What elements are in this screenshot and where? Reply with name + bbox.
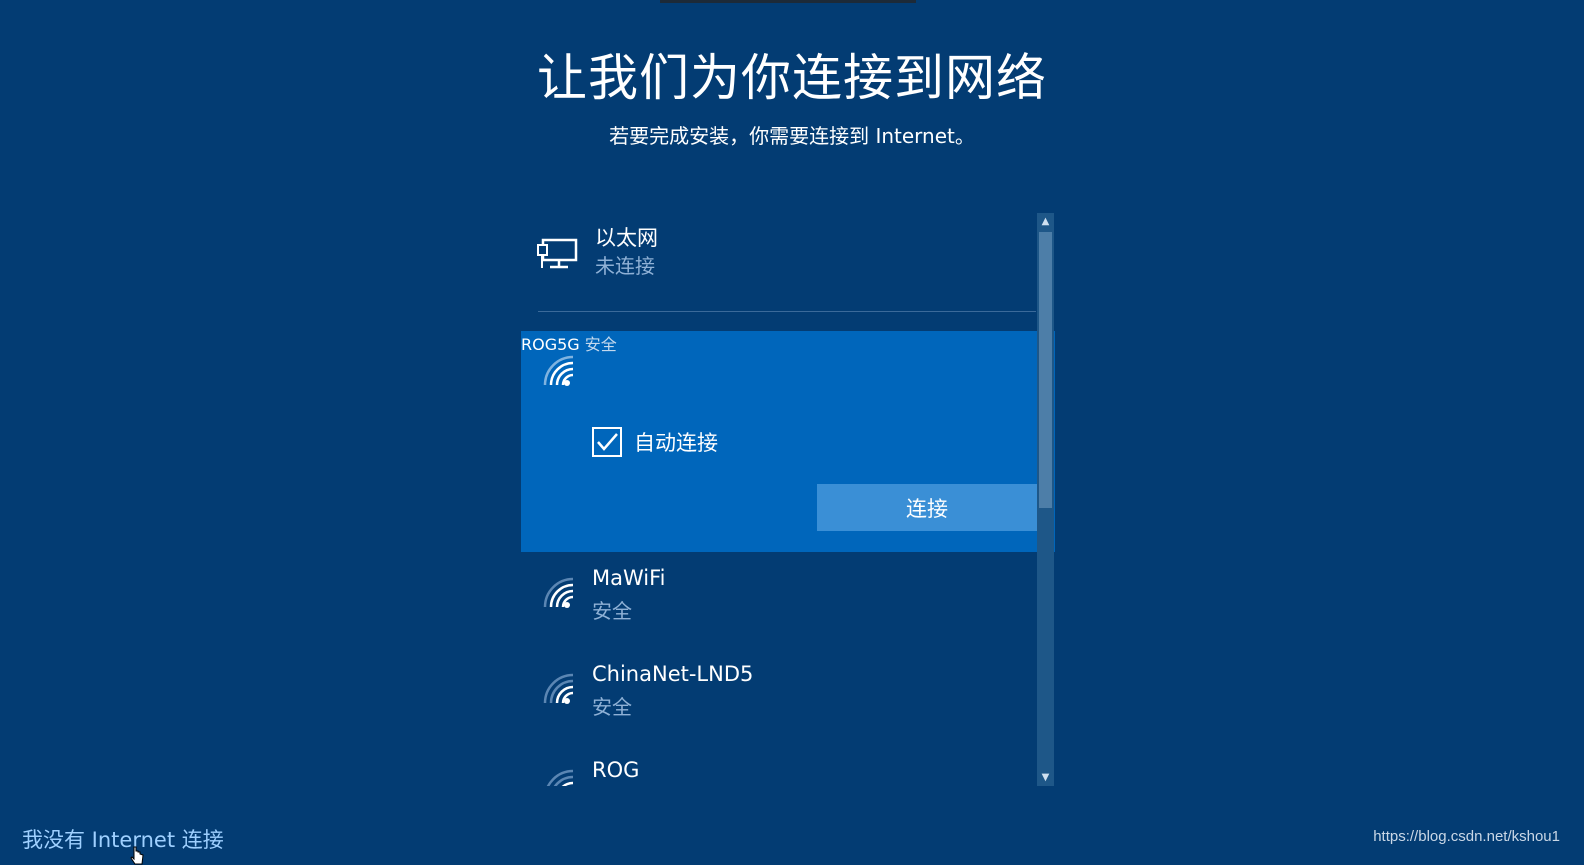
network-name: ChinaNet-LND5 — [592, 662, 754, 686]
no-internet-link[interactable]: 我没有 Internet 连接 — [22, 824, 224, 854]
wifi-icon — [546, 769, 574, 786]
network-name: ROG5G — [521, 335, 580, 354]
network-status: 安全 — [584, 335, 617, 354]
wifi-icon — [543, 577, 574, 608]
network-name: ROG — [592, 758, 640, 782]
network-item[interactable]: ChinaNet-LND5 安全 — [521, 654, 1037, 750]
page-title: 让我们为你连接到网络 — [537, 49, 1047, 107]
network-item[interactable]: ROG — [521, 750, 1037, 786]
connect-button[interactable]: 连接 — [817, 484, 1037, 531]
auto-connect-label: 自动连接 — [634, 431, 718, 455]
network-name: MaWiFi — [592, 566, 666, 590]
auto-connect-checkbox[interactable] — [592, 427, 622, 457]
network-list-scrollbar[interactable]: ▲ ▼ — [1037, 213, 1054, 786]
network-item-ethernet[interactable]: 以太网 未连接 — [521, 213, 1037, 313]
ethernet-icon — [537, 238, 578, 269]
top-bar — [660, 0, 916, 3]
network-item-selected[interactable]: ROG5G 安全 自动连接 连接 — [521, 331, 1055, 552]
page-subtitle: 若要完成安装，你需要连接到 Internet。 — [609, 124, 975, 148]
scroll-thumb[interactable] — [1039, 232, 1052, 508]
cursor-icon — [130, 846, 144, 865]
list-divider — [538, 311, 1036, 312]
network-status: 未连接 — [595, 254, 655, 278]
scroll-down-icon[interactable]: ▼ — [1037, 769, 1054, 786]
scroll-up-icon[interactable]: ▲ — [1037, 213, 1054, 230]
network-list: 以太网 未连接 ROG5G 安全 自动连接 连接 MaWiFi 安全 China… — [521, 213, 1055, 786]
wifi-icon — [543, 355, 574, 386]
network-name: 以太网 — [595, 226, 658, 250]
watermark: https://blog.csdn.net/kshou1 — [1373, 828, 1560, 845]
network-status: 安全 — [592, 599, 632, 623]
wifi-icon — [543, 673, 574, 704]
checkmark-icon — [597, 433, 618, 451]
network-status: 安全 — [592, 695, 632, 719]
auto-connect-row[interactable]: 自动连接 — [592, 426, 718, 458]
network-item[interactable]: MaWiFi 安全 — [521, 558, 1037, 654]
